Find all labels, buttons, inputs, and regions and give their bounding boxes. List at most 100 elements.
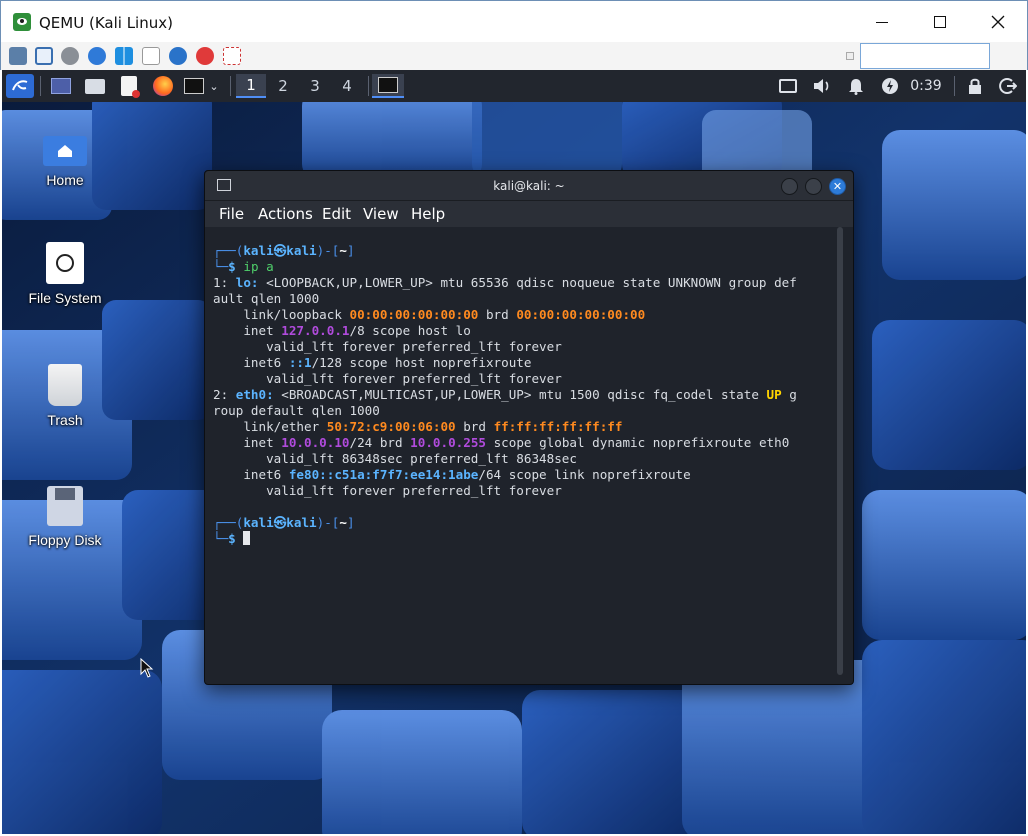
chevron-down-icon: ⌄	[209, 80, 219, 93]
workspace-3[interactable]: 3	[300, 74, 330, 98]
toolbar-windows-icon[interactable]	[115, 47, 133, 65]
network-icon	[779, 79, 797, 93]
terminal-launcher-dropdown[interactable]: ⌄	[206, 74, 222, 98]
terminal-maximize-button[interactable]	[805, 178, 822, 195]
close-icon	[991, 15, 1005, 29]
mouse-pointer-icon	[140, 658, 154, 678]
terminal-scrollbar[interactable]	[837, 227, 843, 675]
menu-help[interactable]: Help	[411, 205, 445, 223]
terminal-cursor	[243, 531, 251, 545]
desktop-icon-trash[interactable]: Trash	[5, 364, 125, 428]
desktop-icon-label: Trash	[47, 412, 83, 428]
output-line: inet6 fe80::c51a:f7f7:ee14:1abe/64 scope…	[213, 467, 691, 482]
notifications-tray-button[interactable]	[844, 74, 868, 98]
workspace-1[interactable]: 1	[236, 74, 266, 98]
desktop-icon-label: Home	[46, 172, 84, 188]
menu-view[interactable]: View	[363, 205, 399, 223]
terminal-close-button[interactable]: ✕	[829, 178, 846, 195]
terminal-launcher-button[interactable]	[182, 74, 206, 98]
panel-separator	[230, 76, 231, 96]
toolbar-info-icon[interactable]	[169, 47, 187, 65]
output-line: ault qlen 1000	[213, 291, 320, 306]
terminal-titlebar[interactable]: kali@kali: ~ ✕	[205, 171, 853, 201]
text-editor-icon	[121, 76, 140, 98]
menu-actions[interactable]: Actions	[258, 205, 313, 223]
panel-clock[interactable]: 0:39	[906, 74, 946, 98]
show-desktop-button[interactable]	[48, 74, 74, 98]
panel-separator	[954, 76, 955, 96]
terminal-output[interactable]: ┌──(kali㉿kali)-[~] └─$ ip a 1: lo: <LOOPBA…	[213, 243, 833, 547]
home-folder-icon	[43, 136, 87, 166]
drive-icon	[46, 242, 84, 284]
output-line: 2: eth0: <BROADCAST,MULTICAST,UP,LOWER_U…	[213, 387, 797, 402]
toolbar-search-input[interactable]	[860, 43, 990, 69]
trash-icon	[48, 364, 82, 406]
logout-button[interactable]	[996, 74, 1020, 98]
desktop-icon-label: Floppy Disk	[28, 532, 102, 548]
floppy-disk-icon	[47, 486, 83, 526]
toolbar-gear-icon[interactable]	[61, 47, 79, 65]
guest-screen: ⌄ 1 2 3 4 0:39 Home File System Trash Fl…	[2, 70, 1026, 834]
taskbar-terminal-window[interactable]	[372, 74, 404, 98]
output-line: link/ether 50:72:c9:00:06:00 brd ff:ff:f…	[213, 419, 623, 434]
lock-screen-button[interactable]	[964, 74, 986, 98]
text-editor-button[interactable]	[116, 74, 142, 98]
toolbar-refresh-icon[interactable]	[88, 47, 106, 65]
terminal-window[interactable]: kali@kali: ~ ✕ File Actions Edit View He…	[204, 170, 854, 685]
panel-separator	[40, 76, 41, 96]
prompt-line: ┌──(kali㉿kali)-[~]	[213, 243, 355, 258]
toolbar-settings-icon[interactable]	[9, 47, 27, 65]
battery-charge-icon	[882, 78, 898, 94]
maximize-button[interactable]	[911, 1, 969, 43]
output-line: inet6 ::1/128 scope host noprefixroute	[213, 355, 532, 370]
menu-file[interactable]: File	[219, 205, 244, 223]
terminal-menubar: File Actions Edit View Help	[205, 201, 853, 227]
lock-icon	[969, 78, 981, 94]
network-tray-button[interactable]	[776, 74, 800, 98]
terminal-icon	[184, 78, 204, 94]
output-line: valid_lft 86348sec preferred_lft 86348se…	[213, 451, 577, 466]
volume-tray-button[interactable]	[810, 74, 834, 98]
output-line: link/loopback 00:00:00:00:00:00 brd 00:0…	[213, 307, 646, 322]
desktop-icon-floppy-disk[interactable]: Floppy Disk	[5, 486, 125, 548]
workspace-2[interactable]: 2	[268, 74, 298, 98]
folder-icon	[85, 78, 105, 94]
desktop-icon-home[interactable]: Home	[5, 128, 125, 188]
bell-icon	[849, 79, 863, 95]
host-window-title: QEMU (Kali Linux)	[39, 14, 173, 32]
power-manager-tray-button[interactable]	[878, 74, 902, 98]
kali-dragon-icon	[12, 80, 28, 91]
close-button[interactable]	[969, 1, 1027, 43]
minimize-icon	[876, 21, 888, 23]
output-line: valid_lft forever preferred_lft forever	[213, 371, 562, 386]
kali-menu-button[interactable]	[6, 74, 34, 98]
output-line: inet 127.0.0.1/8 scope host lo	[213, 323, 471, 338]
terminal-minimize-button[interactable]	[781, 178, 798, 195]
file-manager-button[interactable]	[82, 74, 108, 98]
prompt-line: ┌──(kali㉿kali)-[~]	[213, 515, 355, 530]
output-line: inet 10.0.0.10/24 brd 10.0.0.255 scope g…	[213, 435, 790, 450]
workspace-4[interactable]: 4	[332, 74, 362, 98]
terminal-title: kali@kali: ~	[493, 179, 565, 193]
toolbar-stop-icon[interactable]	[196, 47, 214, 65]
desktop-icon	[51, 78, 71, 94]
toolbar-eject-icon[interactable]	[223, 47, 241, 65]
menu-edit[interactable]: Edit	[322, 205, 351, 223]
desktop-icon-label: File System	[28, 290, 102, 306]
close-icon: ✕	[832, 181, 843, 193]
maximize-icon	[934, 16, 946, 28]
minimize-button[interactable]	[853, 1, 911, 43]
toolbar-fullscreen-icon[interactable]	[35, 47, 53, 65]
toolbar-keyboard-icon[interactable]	[142, 47, 160, 65]
output-line: valid_lft forever preferred_lft forever	[213, 339, 562, 354]
firefox-button[interactable]	[150, 74, 176, 98]
command-line: └─$	[213, 531, 833, 547]
output-line: roup default qlen 1000	[213, 403, 380, 418]
desktop-icon-file-system[interactable]: File System	[5, 242, 125, 306]
logout-icon	[999, 78, 1017, 94]
command-line: └─$ ip a	[213, 259, 274, 274]
terminal-icon	[378, 77, 398, 93]
volume-icon	[814, 79, 829, 93]
firefox-icon	[153, 76, 173, 96]
